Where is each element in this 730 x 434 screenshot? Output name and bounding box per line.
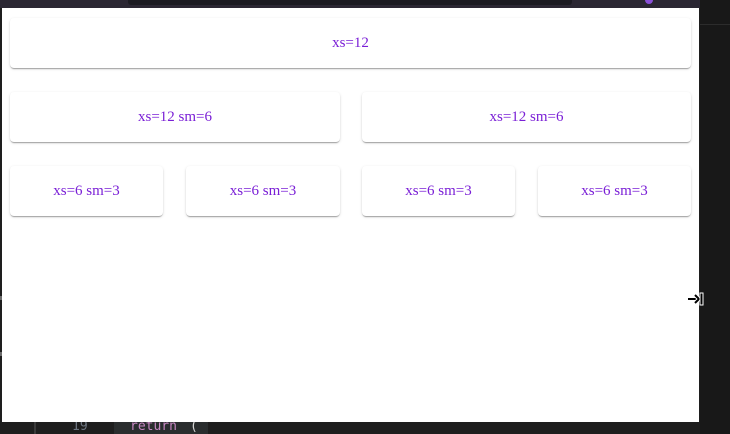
preview-pane: xs=12 xs=12 sm=6 xs=12 sm=6 xs=6 sm=3 xs… [2,8,699,422]
line-number: 19 [72,422,88,434]
editor-right-strip [700,0,730,434]
grid-item-xs-6-sm-3: xs=6 sm=3 [186,166,340,216]
grid-item-xs-6-sm-3: xs=6 sm=3 [10,166,163,216]
code-paren[interactable]: ( [190,422,198,434]
indent-guide [34,422,36,434]
grid-item-label: xs=12 [332,34,369,51]
grid-item-xs-12-sm-6: xs=12 sm=6 [10,92,340,142]
grid-item-xs-6-sm-3: xs=6 sm=3 [538,166,691,216]
grid-item-label: xs=6 sm=3 [229,182,297,199]
code-keyword[interactable]: return [130,422,177,434]
grid-item-label: xs=12 sm=6 [137,108,212,125]
grid-item-label: xs=6 sm=3 [581,182,648,199]
code-editor-line: 19 return ( [0,422,700,434]
grid-item-label: xs=6 sm=3 [405,182,472,199]
divider [700,24,730,25]
grid-item-xs-6-sm-3: xs=6 sm=3 [362,166,515,216]
tab-arrow-icon [688,292,704,306]
extension-icon[interactable] [645,0,653,4]
address-bar[interactable] [128,0,572,5]
browser-toolbar [0,0,700,8]
grid-item-label: xs=6 sm=3 [53,182,120,199]
grid-item-xs-12: xs=12 [10,18,691,68]
grid-item-xs-12-sm-6: xs=12 sm=6 [362,92,691,142]
grid-item-label: xs=12 sm=6 [489,108,564,125]
